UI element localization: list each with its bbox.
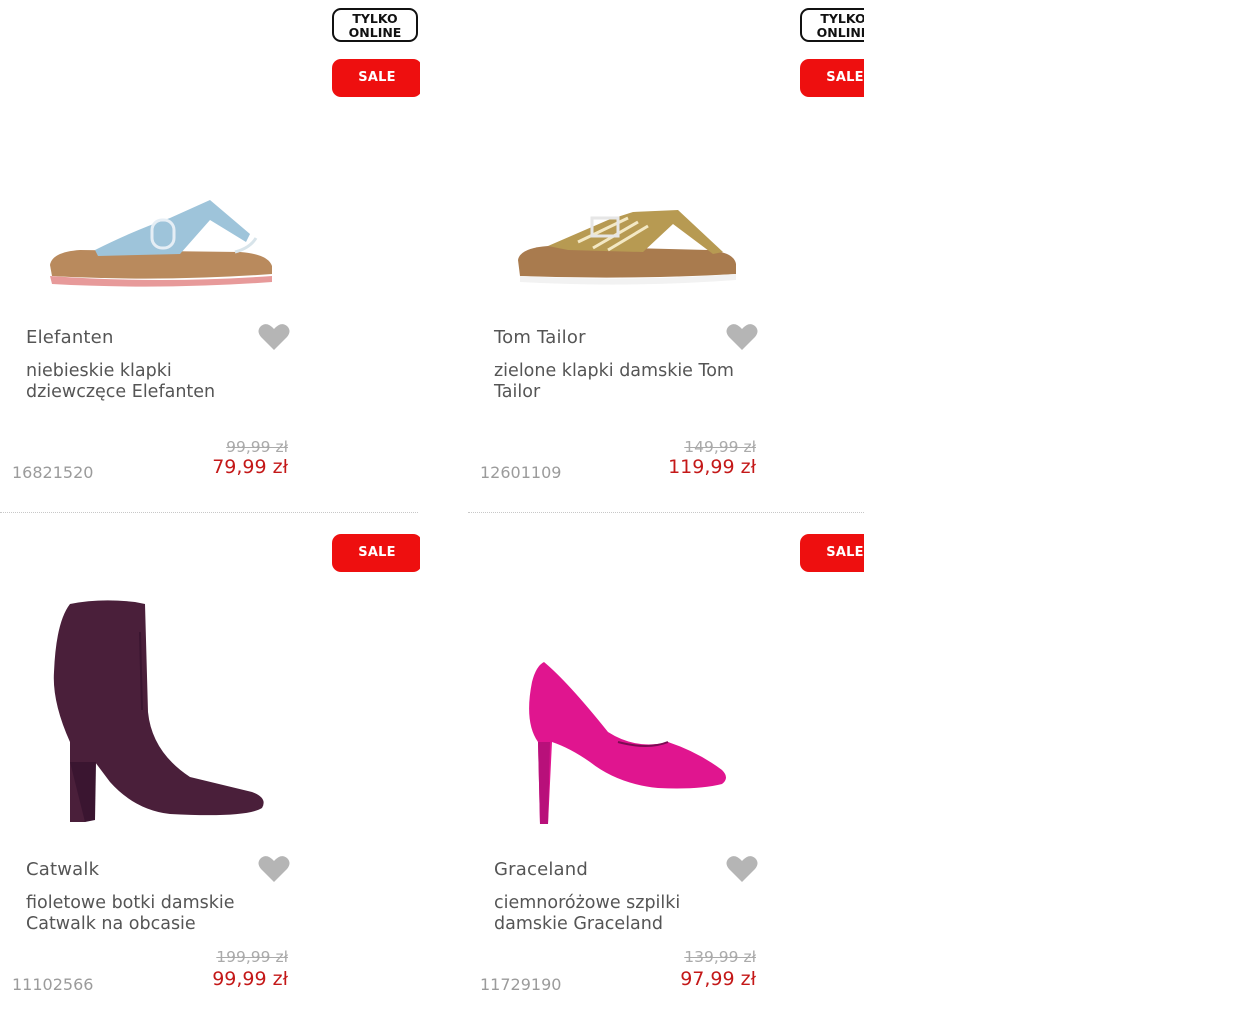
product-sku: 11729190 [480,975,562,994]
product-brand[interactable]: Graceland [494,859,588,880]
product-card[interactable]: SALE Graceland ciemnoróżowe szpilki dams… [468,522,864,1012]
gold-sandal-image[interactable] [508,190,748,300]
purple-boot-image[interactable] [40,592,280,832]
product-card[interactable]: TYLKO ONLINE SALE Tom Tailor zielone kla… [468,0,864,512]
product-sku: 12601109 [480,463,562,482]
heart-icon[interactable] [726,323,758,351]
pink-pump-image[interactable] [508,592,748,832]
heart-icon[interactable] [258,323,290,351]
heart-icon[interactable] [258,855,290,883]
old-price: 99,99 zł [226,438,288,456]
sale-price: 119,99 zł [668,456,756,478]
online-badge-line: ONLINE [816,25,864,40]
sale-badge: SALE [332,59,420,97]
product-brand[interactable]: Catwalk [26,859,99,880]
online-badge-line: ONLINE [348,25,402,40]
product-title[interactable]: ciemnoróżowe szpilki damskie Graceland [494,893,744,935]
sale-price: 97,99 zł [680,968,756,990]
product-card[interactable]: TYLKO ONLINE SALE Elefanten niebieskie k… [0,0,420,512]
product-sku: 16821520 [12,463,94,482]
sale-price: 79,99 zł [212,456,288,478]
product-title[interactable]: zielone klapki damskie Tom Tailor [494,361,744,403]
online-only-badge: TYLKO ONLINE [800,8,864,42]
old-price: 149,99 zł [684,438,756,456]
sale-price: 99,99 zł [212,968,288,990]
row-divider [0,512,418,513]
sale-badge: SALE [800,534,864,572]
blue-sandal-image[interactable] [40,190,280,300]
old-price: 199,99 zł [216,948,288,966]
sale-badge: SALE [332,534,420,572]
heart-icon[interactable] [726,855,758,883]
product-title[interactable]: fioletowe botki damskie Catwalk na obcas… [26,893,276,935]
row-divider [468,512,864,513]
sale-badge: SALE [800,59,864,97]
product-card[interactable]: SALE Catwalk fioletowe botki damskie Cat… [0,522,420,1012]
product-sku: 11102566 [12,975,94,994]
old-price: 139,99 zł [684,948,756,966]
product-title[interactable]: niebieskie klapki dziewczęce Elefanten [26,361,276,403]
online-badge-line: TYLKO [820,11,864,26]
online-only-badge: TYLKO ONLINE [332,8,418,42]
product-brand[interactable]: Tom Tailor [494,327,586,348]
product-brand[interactable]: Elefanten [26,327,114,348]
online-badge-line: TYLKO [352,11,398,26]
